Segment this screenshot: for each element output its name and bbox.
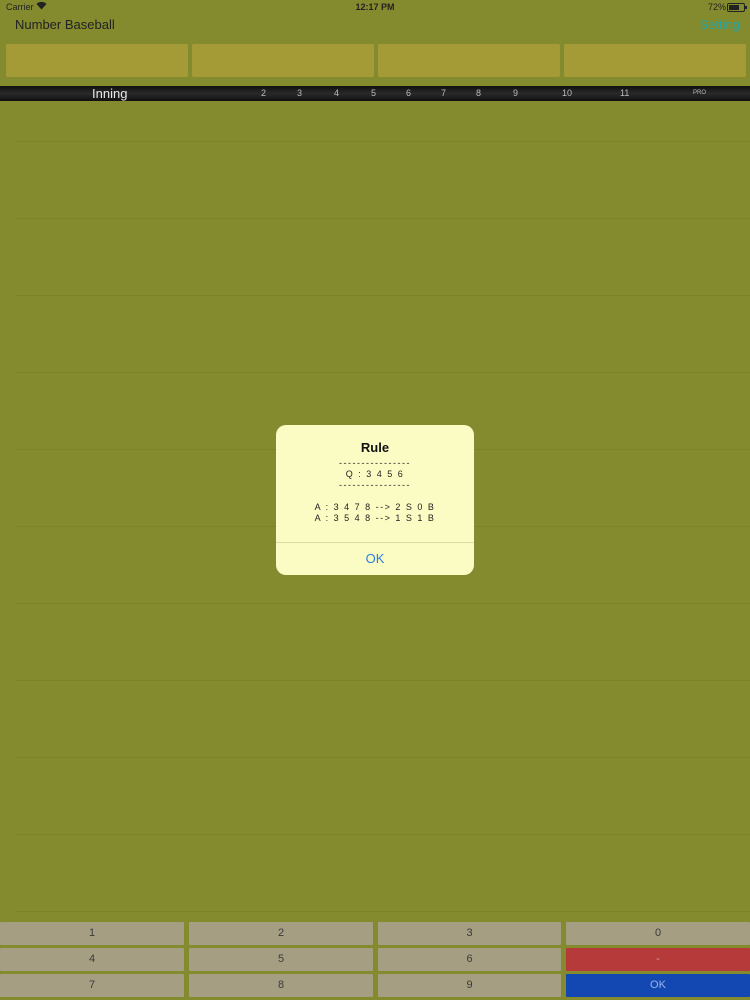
status-bar: Carrier 12:17 PM 72% [0,0,750,14]
key-0[interactable]: 0 [566,922,750,945]
key-9[interactable]: 9 [378,974,561,997]
inning-number: 3 [297,88,303,98]
inning-number: 6 [406,88,412,98]
row-separator [15,757,750,758]
status-time: 12:17 PM [355,2,395,12]
dialog-title: Rule [360,440,390,455]
inning-number: 7 [441,88,447,98]
keypad: 1 2 3 0 4 5 6 - 7 8 9 OK [0,922,750,1000]
app-title: Number Baseball [15,17,115,32]
battery-icon [727,3,747,12]
row-separator [15,372,750,373]
answer-slot [378,44,560,77]
key-5[interactable]: 5 [189,948,373,971]
answer-slot [564,44,746,77]
row-separator [15,141,750,142]
inning-number: 10 [562,88,573,98]
key-7[interactable]: 7 [0,974,184,997]
row-separator [15,218,750,219]
key-1[interactable]: 1 [0,922,184,945]
row-separator [15,680,750,681]
row-separator [15,603,750,604]
key-3[interactable]: 3 [378,922,561,945]
answer-slot [6,44,188,77]
inning-number: 5 [371,88,377,98]
dialog-ok-button[interactable]: OK [276,543,474,575]
inning-label: Inning [92,86,128,101]
key-8[interactable]: 8 [189,974,373,997]
row-separator [15,834,750,835]
inning-bar: Inning 2 3 4 5 6 7 8 9 10 11 PRO [0,86,750,101]
key-2[interactable]: 2 [189,922,373,945]
inning-number: 4 [334,88,340,98]
rule-dialog: Rule ---------------- Q : 3 4 5 6 ------… [276,425,474,575]
battery-percent: 72% [707,2,726,12]
inning-number: 8 [476,88,482,98]
row-separator [15,295,750,296]
answer-slots [6,44,746,77]
key-6[interactable]: 6 [378,948,561,971]
submit-ok-button[interactable]: OK [566,974,750,997]
inning-number: 11 [620,88,630,98]
key-4[interactable]: 4 [0,948,184,971]
dialog-message: ---------------- Q : 3 4 5 6 -----------… [314,458,436,523]
row-separator [15,911,750,912]
delete-button[interactable]: - [566,948,750,971]
inning-number: 2 [261,88,267,98]
setting-button[interactable]: Setting [700,17,740,32]
answer-slot [192,44,374,77]
inning-extra: PRO [693,90,707,96]
inning-number: 9 [513,88,519,98]
